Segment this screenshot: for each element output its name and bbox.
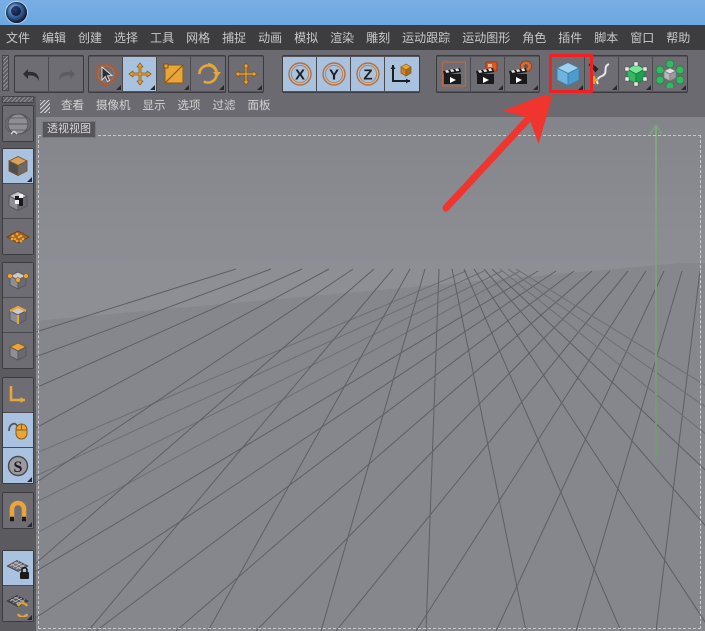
enable-axis-button[interactable] xyxy=(3,378,33,413)
create-tools-group xyxy=(550,55,688,93)
element-mode-group xyxy=(2,262,34,369)
svg-text:Y: Y xyxy=(328,67,338,84)
menu-motion-tracker[interactable]: 运动跟踪 xyxy=(397,28,455,48)
viewport-panel: 查看 摄像机 显示 选项 过滤 面板 透视视图 xyxy=(36,96,705,631)
viewport-menu-panel[interactable]: 面板 xyxy=(242,98,277,116)
coordinate-system-button[interactable] xyxy=(385,57,419,91)
menu-snap[interactable]: 捕捉 xyxy=(217,28,251,48)
undo-redo-group xyxy=(14,55,84,93)
move-tool-button-secondary[interactable] xyxy=(229,57,263,91)
axis-z-button[interactable]: Z xyxy=(351,57,385,91)
workplane-mode-button[interactable] xyxy=(3,219,33,254)
viewport-menu-display[interactable]: 显示 xyxy=(137,98,172,116)
texture-mode-button[interactable] xyxy=(3,184,33,219)
viewport-menu-options[interactable]: 选项 xyxy=(172,98,207,116)
menu-animate[interactable]: 动画 xyxy=(253,28,287,48)
undo-button[interactable] xyxy=(15,57,49,91)
menu-create[interactable]: 创建 xyxy=(73,28,107,48)
render-settings-button[interactable] xyxy=(505,57,539,91)
viewport-menu-bar: 查看 摄像机 显示 选项 过滤 面板 xyxy=(36,96,705,117)
viewport-menu-filter[interactable]: 过滤 xyxy=(207,98,242,116)
make-editable-group xyxy=(2,105,34,142)
array-object-button[interactable] xyxy=(653,57,687,91)
left-toolbar: S xyxy=(0,96,37,631)
cube-primitive-button[interactable] xyxy=(551,57,585,91)
scale-tool-button[interactable] xyxy=(157,57,191,91)
menu-help[interactable]: 帮助 xyxy=(661,28,695,48)
axis-y-button[interactable]: Y xyxy=(317,57,351,91)
axis-y-arrow-icon xyxy=(649,125,663,135)
soft-selection-button[interactable]: S xyxy=(3,448,33,483)
svg-text:X: X xyxy=(294,67,304,84)
viewport-menu-cameras[interactable]: 摄像机 xyxy=(90,98,137,116)
viewport-label: 透视视图 xyxy=(42,121,96,138)
axis-y-line xyxy=(655,127,657,461)
ground-grid xyxy=(36,263,705,631)
points-mode-button[interactable] xyxy=(3,263,33,298)
redo-button[interactable] xyxy=(49,57,83,91)
svg-text:Z: Z xyxy=(363,67,372,84)
transform-tools-group xyxy=(88,55,226,93)
menu-render[interactable]: 渲染 xyxy=(325,28,359,48)
rotate-tool-button[interactable] xyxy=(191,57,225,91)
menu-tools[interactable]: 工具 xyxy=(145,28,179,48)
grid-lines xyxy=(36,268,705,631)
svg-text:S: S xyxy=(14,459,23,476)
viewport-gripper[interactable] xyxy=(40,100,50,113)
workplane-group xyxy=(2,550,34,622)
model-mode-button[interactable] xyxy=(3,149,33,184)
live-selection-button[interactable] xyxy=(89,57,123,91)
polygons-mode-button[interactable] xyxy=(3,333,33,368)
workplane-rotate-button[interactable] xyxy=(3,586,33,621)
menu-file[interactable]: 文件 xyxy=(1,28,35,48)
move-tool-button[interactable] xyxy=(123,57,157,91)
axis-x-button[interactable]: X xyxy=(283,57,317,91)
viewport-menu-view[interactable]: 查看 xyxy=(55,98,90,116)
render-view-button[interactable] xyxy=(437,57,471,91)
spline-pen-button[interactable] xyxy=(585,57,619,91)
component-mode-group xyxy=(2,148,34,255)
viewport-3d[interactable]: 透视视图 xyxy=(36,117,705,631)
render-tools-group xyxy=(436,55,540,93)
menu-select[interactable]: 选择 xyxy=(109,28,143,48)
menu-mograph[interactable]: 运动图形 xyxy=(457,28,515,48)
axis-lock-group: X Y Z xyxy=(282,55,420,93)
menu-bar: 文件 编辑 创建 选择 工具 网格 捕捉 动画 模拟 渲染 雕刻 运动跟踪 运动图形 角色 插件 脚本 窗口 帮助 xyxy=(0,25,705,51)
menu-sculpt[interactable]: 雕刻 xyxy=(361,28,395,48)
deformer-bend-button[interactable] xyxy=(619,57,653,91)
make-editable-button[interactable] xyxy=(3,106,33,141)
toolbar-gripper[interactable] xyxy=(2,55,9,91)
cinema4d-window: 文件 编辑 创建 选择 工具 网格 捕捉 动画 模拟 渲染 雕刻 运动跟踪 运动图形 角色 插件 脚本 窗口 帮助 xyxy=(0,0,705,631)
main-toolbar: X Y Z xyxy=(0,50,705,97)
workplane-lock-button[interactable] xyxy=(3,551,33,586)
cinema4d-logo-icon xyxy=(6,2,27,23)
snap-button[interactable] xyxy=(3,493,33,528)
menu-edit[interactable]: 编辑 xyxy=(37,28,71,48)
menu-script[interactable]: 脚本 xyxy=(589,28,623,48)
title-bar xyxy=(0,0,705,25)
edges-mode-button[interactable] xyxy=(3,298,33,333)
axis-tools-group: S xyxy=(2,377,34,484)
render-picture-viewer-button[interactable] xyxy=(471,57,505,91)
snap-group xyxy=(2,492,34,529)
left-toolbar-gripper[interactable] xyxy=(2,96,34,103)
move-duplicate-group xyxy=(228,55,264,93)
menu-character[interactable]: 角色 xyxy=(517,28,551,48)
menu-plugins[interactable]: 插件 xyxy=(553,28,587,48)
menu-simulate[interactable]: 模拟 xyxy=(289,28,323,48)
auto-switch-mode-button[interactable] xyxy=(3,413,33,448)
menu-mesh[interactable]: 网格 xyxy=(181,28,215,48)
menu-window[interactable]: 窗口 xyxy=(625,28,659,48)
